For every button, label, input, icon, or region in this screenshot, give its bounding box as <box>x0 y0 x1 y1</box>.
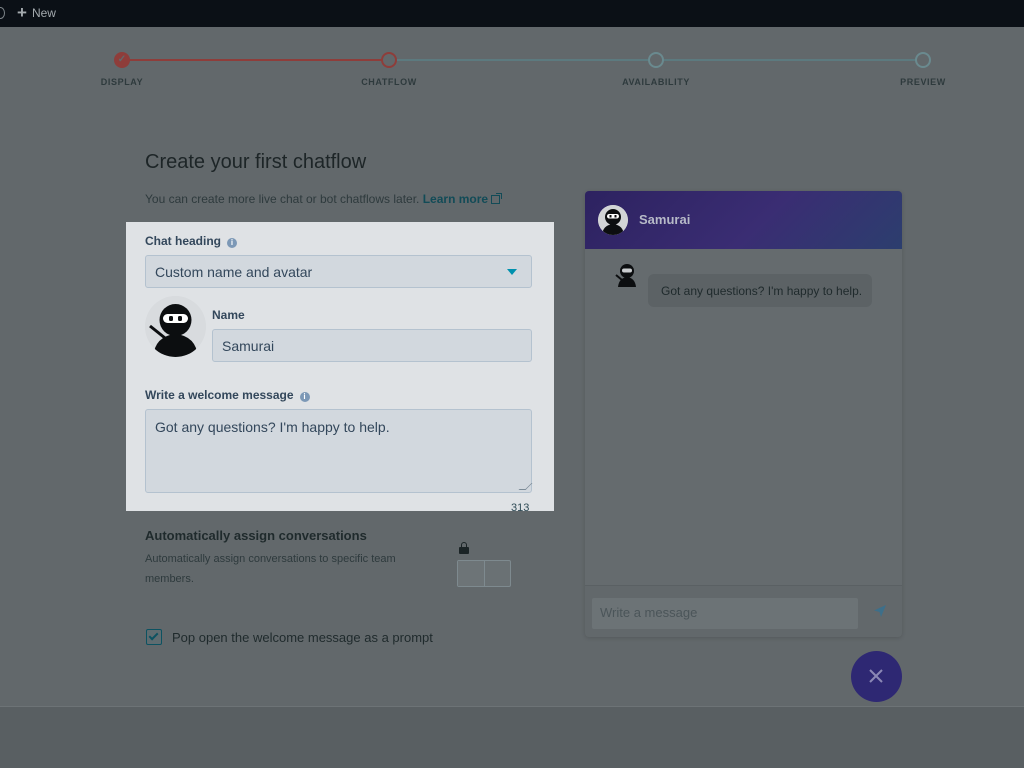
popup-prompt-label[interactable]: Pop open the welcome message as a prompt <box>172 630 433 645</box>
chat-heading-panel: Chat heading i Custom name and avatar Nam… <box>126 222 554 511</box>
close-icon <box>865 665 887 687</box>
assign-conversations-description: Automatically assign conversations to sp… <box>145 553 396 585</box>
step-availability-marker[interactable] <box>648 52 664 68</box>
welcome-message-bubble: Got any questions? I'm happy to help. <box>648 274 872 307</box>
resize-handle-icon[interactable] <box>518 483 533 490</box>
info-icon[interactable]: i <box>227 238 238 248</box>
learn-more-link[interactable]: Learn more <box>422 192 503 206</box>
step-availability-label: AVAILABILITY <box>622 77 690 87</box>
step-chatflow-label: CHATFLOW <box>361 77 417 87</box>
page-subtitle: You can create more live chat or bot cha… <box>145 192 503 206</box>
partial-icon[interactable] <box>0 7 5 19</box>
ninja-avatar-icon <box>145 296 206 357</box>
checkmark-icon <box>148 630 159 641</box>
caret-down-icon <box>507 269 517 275</box>
name-input[interactable]: Samurai <box>212 329 532 362</box>
lock-icon <box>459 542 469 554</box>
avatar-upload[interactable] <box>145 296 206 357</box>
step-preview-label: PREVIEW <box>900 77 946 87</box>
welcome-message-textarea[interactable]: Got any questions? I'm happy to help. <box>145 409 533 493</box>
learn-more-label: Learn more <box>422 192 489 206</box>
step-display-marker[interactable]: ✓ <box>114 52 130 68</box>
bot-message-avatar <box>614 261 640 287</box>
message-input[interactable]: Write a message <box>592 598 858 629</box>
progress-track-complete <box>122 59 389 61</box>
toggle-knob <box>458 561 485 586</box>
ninja-avatar-icon <box>598 205 628 235</box>
external-link-icon <box>491 193 503 204</box>
assign-conversations-title: Automatically assign conversations <box>145 528 367 543</box>
page-title: Create your first chatflow <box>145 151 367 173</box>
send-icon[interactable] <box>873 604 887 618</box>
chat-preview-footer: Write a message <box>585 585 902 637</box>
chat-heading-select[interactable]: Custom name and avatar <box>145 255 532 288</box>
ninja-icon <box>615 264 636 287</box>
chat-preview-header: Samurai <box>585 191 902 249</box>
name-input-value: Samurai <box>222 338 275 354</box>
subtitle-text: You can create more live chat or bot cha… <box>145 192 420 206</box>
welcome-message-value: Got any questions? I'm happy to help. <box>155 419 390 435</box>
current-step-icon <box>381 52 397 68</box>
new-button-label: New <box>31 6 56 20</box>
check-icon: ✓ <box>114 52 130 68</box>
chat-preview-bot-name: Samurai <box>639 212 691 227</box>
chat-heading-label-text: Chat heading <box>145 234 222 248</box>
popup-prompt-checkbox[interactable] <box>146 629 162 645</box>
step-display-label: DISPLAY <box>100 77 144 87</box>
character-count: 313 <box>511 502 530 514</box>
bot-avatar <box>598 205 628 235</box>
new-button[interactable]: + New <box>17 3 56 22</box>
info-icon[interactable]: i <box>299 392 310 402</box>
welcome-label-text: Write a welcome message <box>145 388 294 402</box>
chat-heading-select-value: Custom name and avatar <box>155 264 313 280</box>
step-preview-marker[interactable] <box>915 52 931 68</box>
footer-strip <box>0 706 1024 768</box>
top-bar: + New <box>0 0 1024 27</box>
close-chat-button[interactable] <box>851 651 902 702</box>
step-chatflow-marker[interactable] <box>381 52 397 68</box>
upcoming-step-icon <box>915 52 931 68</box>
chat-heading-label: Chat heading i <box>145 234 238 248</box>
plus-icon: + <box>17 3 27 22</box>
welcome-message-label: Write a welcome message i <box>145 388 310 402</box>
chat-preview-widget: Samurai Got any questions? I'm happy to … <box>585 191 902 637</box>
upcoming-step-icon <box>648 52 664 68</box>
name-label: Name <box>212 308 245 322</box>
assign-conversations-toggle[interactable] <box>457 560 511 587</box>
